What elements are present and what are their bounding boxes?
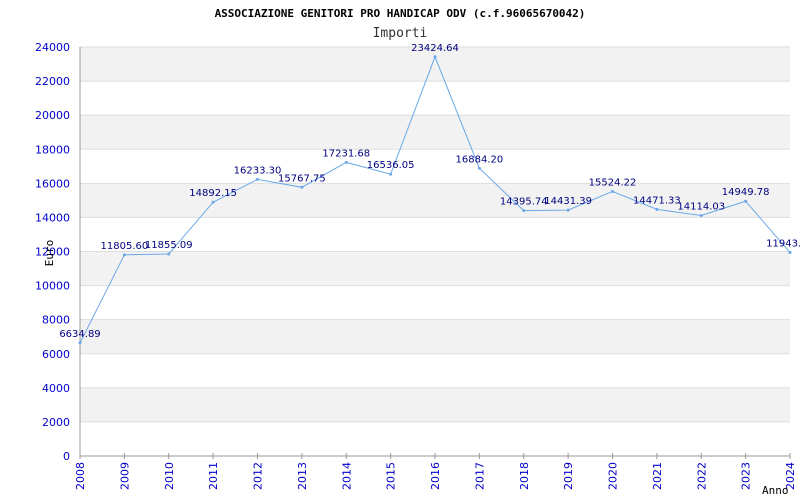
y-tick-label: 8000 [42, 314, 70, 327]
x-tick-label: 2016 [429, 462, 442, 490]
x-tick-label: 2015 [385, 462, 398, 490]
x-tick-label: 2017 [473, 462, 486, 490]
data-point [167, 252, 171, 256]
data-point [389, 172, 393, 176]
x-tick-label: 2021 [651, 462, 664, 490]
plot-band [80, 285, 790, 320]
data-point [122, 253, 126, 257]
x-tick-label: 2014 [340, 462, 353, 490]
data-label: 15767.75 [278, 173, 326, 184]
plot-band [80, 353, 790, 388]
x-tick-label: 2010 [163, 462, 176, 490]
data-label: 11805.60 [101, 241, 149, 252]
x-tick-label: 2023 [740, 462, 753, 490]
data-point [477, 166, 481, 170]
y-tick-label: 24000 [35, 41, 70, 54]
x-tick-label: 2013 [296, 462, 309, 490]
data-label: 14431.39 [544, 196, 592, 207]
y-tick-label: 16000 [35, 177, 70, 190]
plot-band [80, 251, 790, 286]
y-tick-label: 6000 [42, 348, 70, 361]
x-tick-label: 2009 [118, 462, 131, 490]
plot-band [80, 149, 790, 184]
data-point [699, 213, 703, 217]
y-tick-label: 2000 [42, 416, 70, 429]
x-tick-label: 2022 [695, 462, 708, 490]
x-axis-label: Anno [762, 484, 789, 497]
line-chart: ASSOCIAZIONE GENITORI PRO HANDICAP ODV (… [35, 7, 800, 497]
x-tick-label: 2008 [74, 462, 87, 490]
data-point [211, 200, 215, 204]
data-label: 15524.22 [589, 177, 637, 188]
x-tick-label: 2012 [252, 462, 265, 490]
data-label: 16536.05 [367, 160, 415, 171]
data-point [433, 55, 437, 59]
data-label: 23424.64 [411, 43, 459, 54]
data-label: 11943.70 [766, 238, 800, 249]
y-tick-label: 0 [63, 450, 70, 463]
y-tick-label: 4000 [42, 382, 70, 395]
plot-band [80, 81, 790, 116]
data-label: 16884.20 [456, 154, 504, 165]
data-point [256, 177, 259, 181]
data-label: 6634.89 [59, 329, 100, 340]
chart-subtitle: Importi [373, 26, 428, 41]
data-label: 16233.30 [234, 165, 282, 176]
data-point [788, 250, 792, 254]
data-label: 14892.15 [189, 188, 237, 199]
x-tick-label: 2018 [518, 462, 531, 490]
plot-band [80, 115, 790, 150]
y-tick-label: 14000 [35, 211, 70, 224]
data-point [566, 208, 570, 212]
plot-band [80, 421, 790, 456]
data-point [78, 341, 82, 345]
data-label: 14949.78 [722, 187, 770, 198]
plot-band [80, 387, 790, 422]
data-point [655, 207, 659, 211]
x-tick-label: 2020 [607, 462, 620, 490]
data-label: 14114.03 [677, 201, 725, 212]
data-point [300, 185, 304, 189]
plot-band [80, 319, 790, 354]
y-tick-label: 22000 [35, 75, 70, 88]
data-point [611, 189, 614, 193]
x-tick-label: 2019 [562, 462, 575, 490]
x-tick-label: 2011 [207, 462, 220, 490]
chart-title: ASSOCIAZIONE GENITORI PRO HANDICAP ODV (… [215, 7, 586, 20]
y-axis-label: Euro [43, 240, 56, 267]
data-point [522, 209, 526, 213]
data-point [344, 160, 348, 164]
data-label: 14395.74 [500, 197, 548, 208]
data-label: 17231.68 [322, 148, 370, 159]
y-tick-label: 20000 [35, 109, 70, 122]
y-tick-label: 18000 [35, 143, 70, 156]
y-tick-label: 10000 [35, 280, 70, 293]
x-axis-ticks: 2008 2009 2010 2011 2012 2013 2014 2015 2016 2017… [74, 453, 797, 490]
data-label: 14471.33 [633, 195, 681, 206]
data-label: 11855.09 [145, 240, 193, 251]
data-point [744, 199, 748, 203]
